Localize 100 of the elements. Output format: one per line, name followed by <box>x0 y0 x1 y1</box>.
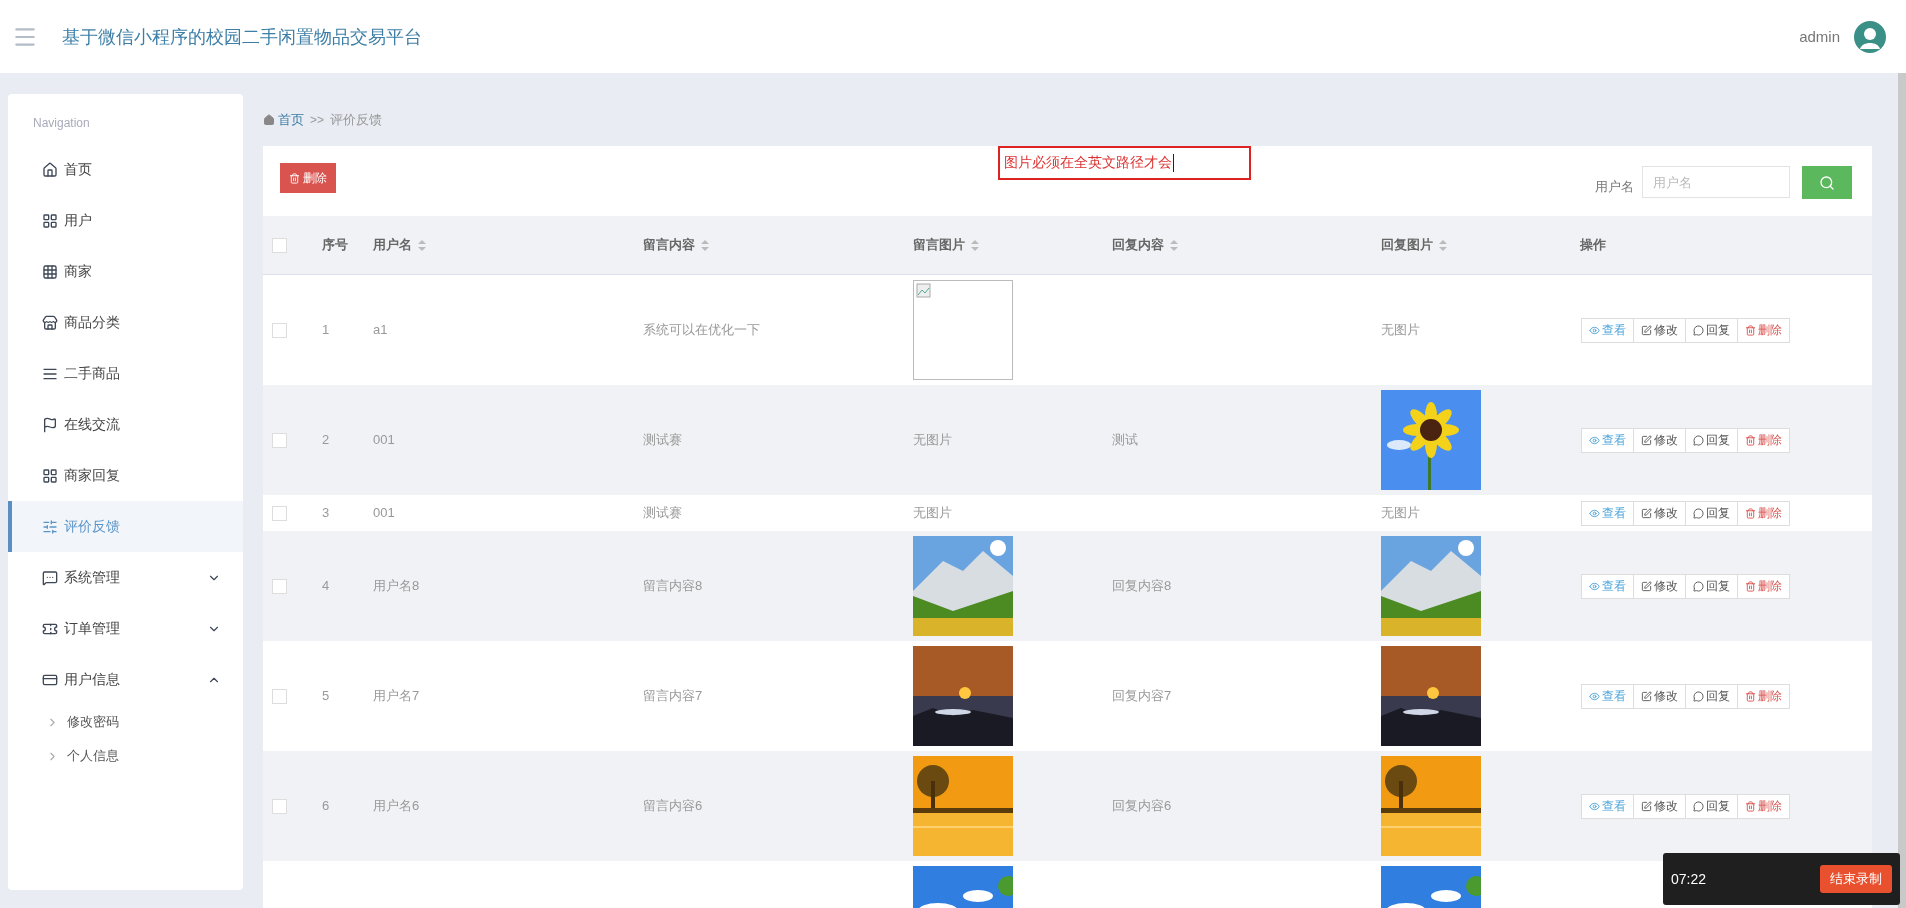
eye-icon <box>1589 580 1600 592</box>
broken-image-icon <box>916 283 932 299</box>
trash-icon <box>1745 434 1756 446</box>
nav-item[interactable]: 二手商品 <box>8 348 243 399</box>
column-header[interactable]: 回复图片 <box>1381 236 1433 254</box>
action-button[interactable]: 删除 <box>1737 427 1790 453</box>
column-header[interactable]: 回复内容 <box>1112 236 1164 254</box>
action-button[interactable]: 修改 <box>1633 573 1686 599</box>
table-cell-text: 测试赛 <box>642 504 683 522</box>
action-button[interactable]: 修改 <box>1633 793 1686 819</box>
checkbox[interactable] <box>272 505 287 521</box>
trash-icon <box>1745 507 1756 519</box>
column-header[interactable]: 用户名 <box>373 236 412 254</box>
home-icon <box>42 161 58 178</box>
nav-item[interactable]: 首页 <box>8 144 243 195</box>
nav-item[interactable]: 系统管理 <box>8 552 243 603</box>
table-cell-text: 1 <box>321 321 331 339</box>
column-header[interactable]: 序号 <box>322 236 348 254</box>
table-cell-text: 4 <box>321 577 331 595</box>
eye-icon <box>1589 800 1600 812</box>
chat-icon <box>42 569 58 586</box>
action-button[interactable]: 修改 <box>1633 500 1686 526</box>
table-cell-text: a1 <box>372 321 389 339</box>
stop-recording-button[interactable]: 结束录制 <box>1820 865 1892 893</box>
action-button[interactable]: 删除 <box>1737 500 1790 526</box>
action-button[interactable]: 回复 <box>1685 427 1738 453</box>
nav-item[interactable]: 商家回复 <box>8 450 243 501</box>
trash-icon <box>289 172 300 184</box>
annotation-text: 图片必须在全英文路径才会 <box>1004 154 1174 172</box>
action-button[interactable]: 修改 <box>1633 683 1686 709</box>
sort-icon[interactable] <box>971 239 979 251</box>
table-cell-text: 6 <box>321 797 331 815</box>
table-cell-text: 回复内容6 <box>1111 797 1173 815</box>
checkbox[interactable] <box>272 578 287 594</box>
trash-icon <box>1745 580 1756 592</box>
action-button[interactable]: 删除 <box>1737 793 1790 819</box>
user-name[interactable]: admin <box>1799 28 1840 45</box>
action-button[interactable]: 删除 <box>1737 683 1790 709</box>
edit-icon <box>1641 690 1652 702</box>
search-label: 用户名 <box>1595 178 1634 196</box>
table-cell-text: 用户名6 <box>372 797 421 815</box>
delete-button[interactable]: 删除 <box>280 163 336 193</box>
nav-item[interactable]: 商品分类 <box>8 297 243 348</box>
nav-subitem[interactable]: 修改密码 <box>8 705 243 739</box>
checkbox[interactable] <box>272 322 287 338</box>
sort-icon[interactable] <box>1170 239 1178 251</box>
table-cell-text: 5 <box>321 687 331 705</box>
action-button[interactable]: 回复 <box>1685 683 1738 709</box>
table-cell-text: 回复内容7 <box>1111 687 1173 705</box>
store-icon <box>42 314 58 331</box>
nav-item[interactable]: 用户 <box>8 195 243 246</box>
eye-icon <box>1589 507 1600 519</box>
table-cell-text: 2 <box>321 431 331 449</box>
nav-item[interactable]: 在线交流 <box>8 399 243 450</box>
search-field[interactable]: 用户名 <box>1642 166 1790 198</box>
chat-icon <box>1693 434 1704 446</box>
column-header[interactable]: 留言内容 <box>643 236 695 254</box>
action-button[interactable]: 修改 <box>1633 317 1686 343</box>
chat-icon <box>1693 507 1704 519</box>
table-cell-text: 用户名7 <box>372 687 421 705</box>
checkbox[interactable] <box>272 688 287 704</box>
checkbox[interactable] <box>272 798 287 814</box>
sort-icon[interactable] <box>701 239 709 251</box>
scrollbar[interactable] <box>1898 73 1906 908</box>
table-cell-text: 留言内容6 <box>642 797 704 815</box>
avatar[interactable] <box>1854 20 1886 53</box>
breadcrumb-current: 评价反馈 <box>330 111 382 129</box>
nav-item[interactable]: 订单管理 <box>8 603 243 654</box>
table-cell-text: 用户名8 <box>372 577 421 595</box>
edit-icon <box>1641 434 1652 446</box>
trash-icon <box>1745 324 1756 336</box>
sort-icon[interactable] <box>418 239 426 251</box>
action-button[interactable]: 回复 <box>1685 573 1738 599</box>
nav-subitem[interactable]: 个人信息 <box>8 739 243 773</box>
action-button[interactable]: 删除 <box>1737 573 1790 599</box>
action-button[interactable]: 回复 <box>1685 793 1738 819</box>
checkbox[interactable] <box>272 237 287 253</box>
breadcrumb-separator: >> <box>310 113 324 127</box>
chat-icon <box>1693 324 1704 336</box>
action-button[interactable]: 回复 <box>1685 317 1738 343</box>
action-button[interactable]: 回复 <box>1685 500 1738 526</box>
nav-item[interactable]: 商家 <box>8 246 243 297</box>
table-cell-text: 无图片 <box>1380 504 1421 522</box>
checkbox[interactable] <box>272 432 287 448</box>
action-button[interactable]: 删除 <box>1737 317 1790 343</box>
column-header[interactable]: 操作 <box>1580 236 1606 254</box>
grid-icon <box>42 263 58 280</box>
nav-heading: Navigation <box>32 116 91 132</box>
table-cell-text: 001 <box>372 504 396 522</box>
search-button[interactable] <box>1802 166 1852 199</box>
column-header[interactable]: 留言图片 <box>913 236 965 254</box>
trash-icon <box>1745 690 1756 702</box>
sort-icon[interactable] <box>1439 239 1447 251</box>
action-button[interactable]: 修改 <box>1633 427 1686 453</box>
chat-icon <box>1693 800 1704 812</box>
table-cell-text: 无图片 <box>1380 321 1421 339</box>
nav-item[interactable]: 用户信息 <box>8 654 243 705</box>
breadcrumb-link[interactable]: 首页 <box>263 111 304 129</box>
table-cell-text: 回复内容8 <box>1111 577 1173 595</box>
edit-icon <box>1641 800 1652 812</box>
